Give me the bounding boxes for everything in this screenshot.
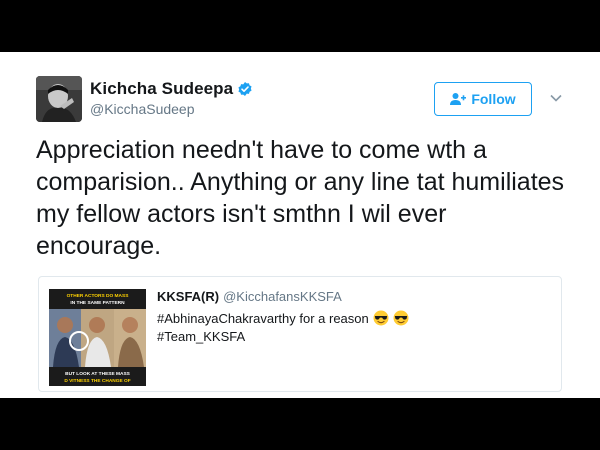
screenshot-frame: Kichcha Sudeepa @KicchaSudeep Follow App… — [0, 0, 600, 450]
quoted-tweet-image[interactable]: OTHER ACTORS DO MASS IN THE SAME PATTERN… — [49, 289, 146, 386]
follow-button[interactable]: Follow — [434, 82, 532, 116]
image-caption-bottom-1: BUT LOOK AT THESE MASS — [65, 371, 131, 377]
quoted-hashtag-text[interactable]: #AbhinayaChakravarthy for a reason — [157, 311, 369, 326]
quoted-tweet-text-line1: #AbhinayaChakravarthy for a reason — [157, 310, 409, 326]
sunglasses-emoji-icon — [393, 310, 409, 326]
follow-label: Follow — [471, 91, 516, 107]
quoted-display-name[interactable]: KKSFA(R) — [157, 289, 219, 304]
image-caption-top-2: IN THE SAME PATTERN — [70, 300, 125, 306]
quoted-handle[interactable]: @KicchafansKKSFA — [223, 289, 342, 304]
display-name[interactable]: Kichcha Sudeepa — [90, 79, 233, 99]
quoted-hashtag-team[interactable]: #Team_KKSFA — [157, 329, 245, 344]
image-caption-top-1: OTHER ACTORS DO MASS — [67, 293, 130, 299]
verified-badge-icon — [238, 82, 252, 96]
quoted-tweet-header: KKSFA(R) @KicchafansKKSFA — [157, 289, 342, 304]
image-caption-bottom-2: D VITNESS THE CHANGE OF — [64, 378, 130, 384]
tweet-text: Appreciation needn't have to come wth a … — [36, 136, 565, 260]
author-handle[interactable]: @KicchaSudeep — [90, 101, 195, 117]
author-name-row: Kichcha Sudeepa — [90, 79, 253, 99]
add-user-icon — [450, 93, 467, 105]
sunglasses-emoji-icon — [373, 310, 389, 326]
chevron-down-icon[interactable] — [548, 90, 564, 106]
avatar[interactable] — [36, 76, 82, 122]
tweet-card: Kichcha Sudeepa @KicchaSudeep Follow App… — [0, 52, 600, 398]
quoted-tweet[interactable]: OTHER ACTORS DO MASS IN THE SAME PATTERN… — [38, 276, 562, 392]
